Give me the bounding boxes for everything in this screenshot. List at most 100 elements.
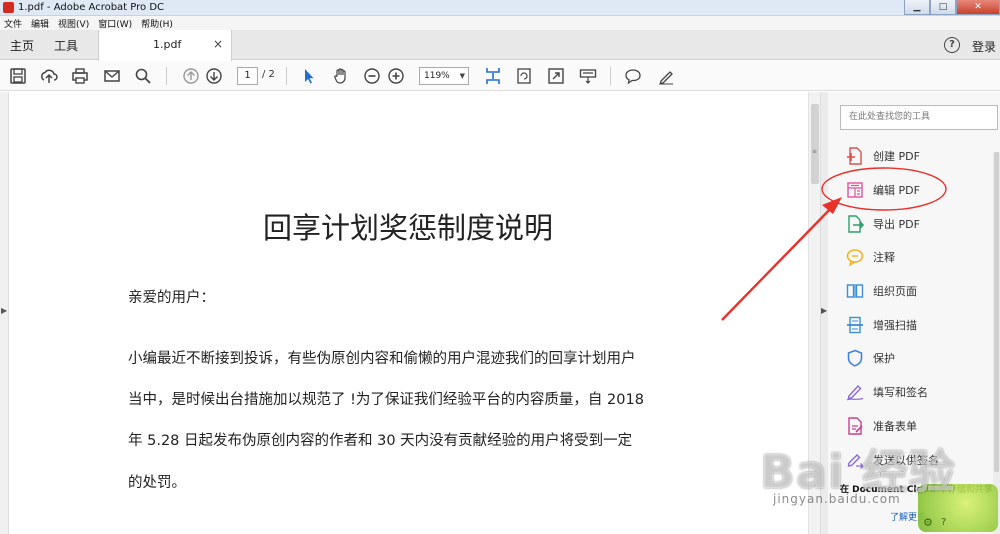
tab-document-label: 1.pdf	[153, 38, 182, 51]
tool-prepare-form[interactable]: 准备表单	[846, 415, 917, 437]
tab-bar: 主页 工具 1.pdf × ? 登录	[0, 30, 1000, 61]
enhance-scan-icon	[846, 316, 864, 334]
help-icon[interactable]: ?	[944, 37, 960, 53]
upload-cloud-button[interactable]	[39, 66, 59, 86]
pdf-page: 回享计划奖惩制度说明 亲爱的用户： 小编最近不断接到投诉，有些伪原创内容和偷懒的…	[10, 92, 806, 534]
maximize-icon: □	[938, 2, 948, 12]
edit-pdf-icon	[846, 181, 864, 199]
document-title: 回享计划奖惩制度说明	[262, 211, 553, 245]
tool-label: 组织页面	[873, 285, 917, 298]
document-greeting: 亲爱的用户：	[128, 290, 215, 306]
tool-label: 增强扫描	[873, 319, 917, 332]
tool-label: 填写和签名	[873, 386, 928, 399]
print-icon	[72, 68, 88, 84]
scrollbar-thumb[interactable]	[994, 152, 999, 472]
create-pdf-icon	[846, 147, 864, 165]
toolbar-divider	[610, 67, 611, 85]
export-pdf-icon	[846, 215, 864, 233]
menu-view[interactable]: 视图(V)	[58, 17, 89, 30]
prepare-form-icon	[846, 417, 864, 435]
tab-home[interactable]: 主页	[10, 37, 34, 54]
menu-window[interactable]: 窗口(W)	[98, 17, 132, 30]
search-button[interactable]	[133, 66, 153, 86]
pen-icon	[659, 71, 673, 85]
toolbar-divider	[166, 67, 167, 85]
tool-label: 编辑 PDF	[873, 184, 920, 197]
menu-bar: 文件 编辑 视图(V) 窗口(W) 帮助(H)	[0, 16, 1000, 30]
zoom-in-button[interactable]	[386, 66, 406, 86]
title-bar: 1.pdf - Adobe Acrobat Pro DC ▁ □ ✕	[0, 0, 1000, 16]
scrollbar-thumb[interactable]	[811, 104, 819, 184]
minimize-icon: ▁	[913, 2, 921, 12]
menu-help[interactable]: 帮助(H)	[141, 17, 173, 30]
minimize-button[interactable]: ▁	[904, 0, 930, 15]
window-controls: ▁ □ ✕	[904, 0, 1000, 16]
expand-left-icon: ▶	[1, 306, 8, 315]
tab-tools[interactable]: 工具	[54, 37, 78, 54]
tab-close-icon[interactable]: ×	[213, 37, 223, 51]
full-screen-button[interactable]	[546, 66, 566, 86]
comment-icon	[846, 248, 864, 266]
highlight-button[interactable]	[656, 66, 676, 86]
page-number-input[interactable]: 1	[237, 67, 258, 85]
tool-label: 准备表单	[873, 420, 917, 433]
keyboard-button[interactable]	[578, 66, 598, 86]
tool-protect[interactable]: 保护	[846, 347, 895, 369]
print-button[interactable]	[70, 66, 90, 86]
arrow-up-circle-icon	[183, 68, 199, 84]
window-title: 1.pdf - Adobe Acrobat Pro DC	[18, 2, 165, 13]
document-line: 当中，是时候出台措施加以规范了 !为了保证我们经验平台的内容质量，自 2018	[128, 392, 644, 408]
tool-comment[interactable]: 注释	[846, 246, 895, 268]
login-button[interactable]: 登录	[972, 38, 996, 55]
email-button[interactable]	[102, 66, 122, 86]
zoom-level-select[interactable]: 119% ▼	[419, 67, 469, 85]
previous-page-button[interactable]	[181, 66, 201, 86]
menu-file[interactable]: 文件	[4, 17, 22, 30]
tool-export-pdf[interactable]: 导出 PDF	[846, 213, 920, 235]
fit-page-button[interactable]	[483, 66, 503, 86]
next-page-button[interactable]	[204, 66, 224, 86]
document-area[interactable]: ▶ 回享计划奖惩制度说明 亲爱的用户： 小编最近不断接到投诉，有些伪原创内容和偷…	[0, 92, 808, 534]
tools-pane-scrollbar[interactable]	[993, 152, 1000, 534]
tool-search-input[interactable]: 在此处查找您的工具	[840, 105, 998, 130]
save-button[interactable]	[8, 66, 28, 86]
maximize-button[interactable]: □	[930, 0, 956, 15]
select-tool-button[interactable]	[299, 66, 319, 86]
zoom-in-icon	[388, 68, 404, 84]
tool-label: 导出 PDF	[873, 218, 920, 231]
grip-icon: ≡	[812, 148, 818, 155]
left-panel-toggle[interactable]: ▶	[0, 92, 9, 534]
rotate-page-icon	[517, 68, 531, 84]
zoom-out-button[interactable]	[362, 66, 382, 86]
organize-pages-icon	[846, 282, 864, 300]
tab-document[interactable]: 1.pdf ×	[98, 30, 232, 61]
cursor-arrow-icon	[305, 69, 314, 84]
tool-enhance-scan[interactable]: 增强扫描	[846, 314, 917, 336]
tool-create-pdf[interactable]: 创建 PDF	[846, 145, 920, 167]
zoom-level-value: 119%	[424, 71, 450, 81]
close-window-button[interactable]: ✕	[956, 0, 1000, 15]
arrow-down-circle-icon	[206, 68, 222, 84]
fit-width-icon	[486, 68, 500, 84]
rotate-button[interactable]	[514, 66, 534, 86]
fill-sign-icon	[846, 383, 864, 401]
close-icon: ✕	[974, 2, 982, 12]
tool-edit-pdf[interactable]: 编辑 PDF	[846, 179, 920, 201]
document-line: 年 5.28 日起发布伪原创内容的作者和 30 天内没有贡献经验的用户将受到一定	[128, 433, 633, 449]
gear-icon[interactable]: ⚙	[923, 516, 933, 529]
tool-organize-pages[interactable]: 组织页面	[846, 280, 917, 302]
question-icon[interactable]: ?	[941, 517, 946, 528]
hand-tool-button[interactable]	[331, 66, 351, 86]
hand-icon	[334, 68, 346, 84]
baidu-watermark-url: jingyan.baidu.com	[773, 492, 901, 506]
tool-fill-sign[interactable]: 填写和签名	[846, 381, 928, 403]
mail-icon	[104, 70, 120, 82]
zoom-out-icon	[364, 68, 380, 84]
search-icon	[135, 68, 151, 84]
tool-label: 注释	[873, 251, 895, 264]
collapse-right-icon: ▶	[821, 306, 828, 315]
keyboard-icon	[579, 69, 597, 84]
menu-edit[interactable]: 编辑	[31, 17, 49, 30]
comment-button[interactable]	[623, 66, 643, 86]
tool-label: 创建 PDF	[873, 150, 920, 163]
